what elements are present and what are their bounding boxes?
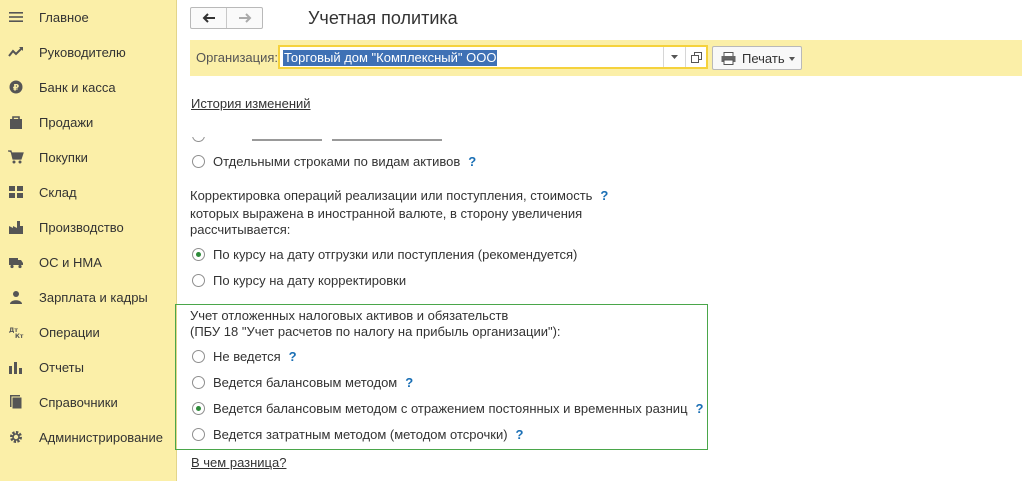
option-label: Ведется балансовым методом — [213, 374, 398, 390]
currency-text-line1: Корректировка операций реализации или по… — [190, 188, 593, 203]
difference-link[interactable]: В чем разница? — [191, 454, 286, 471]
svg-text:₽: ₽ — [13, 84, 19, 94]
sidebar-item-bank[interactable]: ₽ Банк и касса — [0, 72, 177, 102]
sidebar-item-label: Руководителю — [39, 45, 126, 60]
chevron-down-icon — [670, 55, 678, 59]
radio-button-selected[interactable] — [192, 247, 205, 261]
currency-text-line2: которых выражена в иностранной валюте, в… — [190, 206, 583, 221]
radio-button-selected[interactable] — [192, 401, 205, 415]
sidebar-item-salary[interactable]: Зарплата и кадры — [0, 282, 177, 312]
option-label: По курсу на дату корректировки — [213, 272, 407, 288]
ruble-icon: ₽ — [9, 80, 23, 94]
sidebar-item-label: Зарплата и кадры — [39, 290, 148, 305]
sidebar-item-operations[interactable]: Дт Кт Операции — [0, 317, 177, 347]
sidebar-item-label: ОС и НМА — [39, 255, 102, 270]
option-label: Отдельными строками по видам активов — [213, 153, 461, 169]
help-icon[interactable]: ? — [516, 427, 524, 442]
deferred-tax-title-line2: (ПБУ 18 "Учет расчетов по налогу на приб… — [190, 324, 561, 339]
person-icon — [10, 291, 22, 304]
radio-button[interactable] — [192, 349, 205, 363]
menu-icon — [9, 12, 23, 22]
sidebar-item-label: Отчеты — [39, 360, 84, 375]
help-icon[interactable]: ? — [405, 375, 413, 390]
sidebar-item-label: Справочники — [39, 395, 118, 410]
sidebar-item-reports[interactable]: Отчеты — [0, 352, 177, 382]
radio-button[interactable] — [192, 273, 205, 287]
sidebar-item-catalogs[interactable]: Справочники — [0, 387, 177, 417]
print-button[interactable]: Печать — [712, 46, 802, 70]
organization-open-button[interactable] — [685, 47, 706, 67]
svg-text:Кт: Кт — [15, 333, 24, 339]
sidebar-item-label: Производство — [39, 220, 124, 235]
option-label: Не ведется — [213, 348, 281, 364]
radio-button[interactable] — [192, 375, 205, 389]
main-content: Учетная политика Организация: Торговый д… — [175, 0, 1022, 481]
chevron-down-icon — [789, 57, 795, 61]
trend-icon — [8, 47, 23, 57]
sidebar-item-label: Администрирование — [39, 430, 163, 445]
warehouse-icon — [9, 186, 23, 198]
sidebar-item-production[interactable]: Производство — [0, 212, 177, 242]
back-button[interactable] — [191, 8, 227, 28]
gear-icon — [10, 431, 22, 443]
cart-icon — [8, 150, 24, 164]
sidebar-item-main[interactable]: Главное — [0, 2, 177, 32]
option-label: Ведется балансовым методом с отражением … — [213, 400, 688, 416]
sidebar-item-label: Операции — [39, 325, 100, 340]
sidebar: Главное Руководителю ₽ Банк и касса Прод… — [0, 0, 177, 481]
option-rate-shipment-date[interactable]: По курсу на дату отгрузки или поступлени… — [192, 244, 577, 264]
sidebar-item-label: Покупки — [39, 150, 88, 165]
radio-button[interactable] — [192, 154, 205, 168]
sidebar-item-purchases[interactable]: Покупки — [0, 142, 177, 172]
sidebar-item-admin[interactable]: Администрирование — [0, 422, 177, 452]
truck-icon — [9, 258, 23, 269]
factory-icon — [9, 221, 23, 234]
help-icon[interactable]: ? — [468, 154, 476, 169]
print-label: Печать — [742, 51, 785, 66]
help-icon[interactable]: ? — [600, 188, 608, 203]
option-balance-method-differences[interactable]: Ведется балансовым методом с отражением … — [192, 398, 703, 418]
option-rate-correction-date[interactable]: По курсу на дату корректировки — [192, 270, 406, 290]
sidebar-item-label: Банк и касса — [39, 80, 116, 95]
currency-text-line3: рассчитывается: — [190, 222, 291, 237]
organization-dropdown-button[interactable] — [663, 47, 684, 67]
radio-button[interactable] — [192, 427, 205, 441]
open-window-icon — [690, 51, 702, 63]
option-deferral-method[interactable]: Ведется затратным методом (методом отсро… — [192, 424, 523, 444]
navigation-buttons — [190, 7, 263, 29]
organization-label: Организация: — [196, 50, 279, 65]
bar-chart-icon — [9, 362, 22, 374]
sidebar-item-assets[interactable]: ОС и НМА — [0, 247, 177, 277]
scrolled-content-edge — [192, 137, 472, 143]
history-link[interactable]: История изменений — [191, 95, 311, 112]
option-not-maintained[interactable]: Не ведется ? — [192, 346, 297, 366]
currency-description-line: Корректировка операций реализации или по… — [190, 187, 608, 204]
forward-button[interactable] — [227, 8, 262, 28]
organization-field[interactable]: Торговый дом "Комплексный" ООО — [278, 45, 708, 69]
sidebar-item-label: Склад — [39, 185, 77, 200]
option-balance-method[interactable]: Ведется балансовым методом ? — [192, 372, 413, 392]
deferred-tax-title-line1: Учет отложенных налоговых активов и обяз… — [190, 308, 509, 323]
help-icon[interactable]: ? — [289, 349, 297, 364]
organization-value[interactable]: Торговый дом "Комплексный" ООО — [283, 50, 498, 66]
option-label: По курсу на дату отгрузки или поступлени… — [213, 246, 578, 262]
sidebar-item-label: Главное — [39, 10, 89, 25]
books-icon — [10, 395, 23, 409]
option-label: Ведется затратным методом (методом отсро… — [213, 426, 508, 442]
page-title: Учетная политика — [308, 8, 458, 28]
bag-icon — [10, 116, 22, 129]
help-icon[interactable]: ? — [696, 401, 704, 416]
printer-icon — [721, 52, 736, 65]
organization-bar: Организация: Торговый дом "Комплексный" … — [190, 40, 1022, 76]
arrow-left-icon — [202, 13, 215, 23]
arrow-right-icon — [238, 13, 251, 23]
sidebar-item-warehouse[interactable]: Склад — [0, 177, 177, 207]
sidebar-item-manager[interactable]: Руководителю — [0, 37, 177, 67]
sidebar-item-sales[interactable]: Продажи — [0, 107, 177, 137]
sidebar-item-label: Продажи — [39, 115, 94, 130]
option-separate-lines[interactable]: Отдельными строками по видам активов ? — [192, 151, 476, 171]
debit-credit-icon: ДтКт — [9, 327, 24, 339]
